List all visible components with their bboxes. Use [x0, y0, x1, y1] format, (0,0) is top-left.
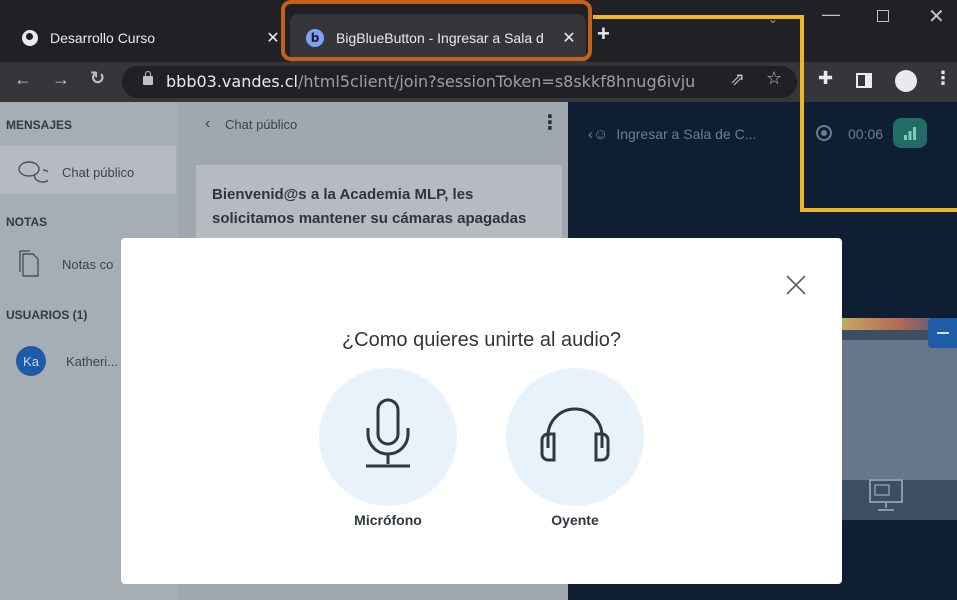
notes-document-icon	[19, 250, 39, 277]
sidebar-item-shared-notes[interactable]: Notas co	[18, 250, 113, 278]
side-panel-icon[interactable]	[856, 73, 872, 88]
modal-title: ¿Como quieres unirte al audio?	[341, 329, 622, 351]
chevron-left-icon[interactable]: ‹	[205, 115, 210, 133]
sidebar-item-public-chat-content[interactable]: Chat público	[18, 160, 134, 184]
new-tab-button[interactable]: +	[597, 21, 610, 47]
record-indicator-icon[interactable]	[816, 125, 832, 141]
extensions-puzzle-icon[interactable]: ✚	[818, 67, 833, 89]
room-title[interactable]: ‹☺ Ingresar a Sala de C...	[588, 126, 756, 143]
kebab-menu-icon[interactable]: ⋮	[934, 67, 952, 89]
microphone-icon	[366, 398, 410, 468]
chat-bubbles-icon	[18, 161, 48, 183]
minus-icon	[937, 332, 949, 334]
user-name: Katheri...	[66, 353, 119, 369]
profile-avatar-icon[interactable]	[895, 70, 917, 92]
window-maximize-icon[interactable]	[877, 10, 889, 22]
listen-only-button[interactable]	[506, 368, 644, 506]
headphones-icon	[540, 407, 610, 462]
avatar: Ka	[16, 346, 46, 376]
window-close-icon[interactable]: ✕	[928, 4, 945, 29]
callout-line-vertical	[800, 15, 804, 211]
messages-header: MENSAJES	[6, 118, 73, 132]
tab-highlight-box	[281, 0, 592, 61]
microphone-button[interactable]	[319, 368, 457, 506]
close-icon[interactable]	[783, 272, 809, 298]
chat-options-kebab-icon[interactable]: ⋮	[540, 110, 560, 135]
url-path: /html5client/join?sessionToken=s8skkf8hn…	[298, 72, 696, 91]
user-list-item[interactable]: Ka Katheri...	[16, 346, 118, 376]
back-arrow-icon[interactable]: ←	[14, 68, 32, 90]
tab-title: Desarrollo Curso	[50, 30, 156, 46]
callout-line-top	[593, 15, 802, 19]
presentation-slide-image	[842, 340, 957, 480]
audio-join-modal	[121, 238, 842, 584]
shared-notes-label: Notas co	[62, 256, 114, 272]
recording-time: 00:06	[848, 126, 884, 142]
forward-arrow-icon[interactable]: →	[52, 68, 70, 90]
users-toggle-icon: ‹☺	[588, 126, 609, 143]
microphone-label[interactable]: Micrófono	[288, 512, 488, 528]
signal-bars-icon	[904, 127, 916, 140]
welcome-message-text: Bienvenid@s a la Academia MLP, les solic…	[212, 186, 527, 227]
url-host: bbb03.vandes.cl	[166, 72, 298, 91]
users-header: USUARIOS (1)	[6, 308, 88, 322]
share-icon[interactable]: ⇗	[730, 68, 745, 90]
room-title-text: Ingresar a Sala de C...	[616, 126, 757, 142]
lock-icon[interactable]	[143, 71, 153, 85]
tab-desarrollo-curso[interactable]: Desarrollo Curso ✕	[8, 14, 290, 62]
window-minimize-icon[interactable]: —	[822, 4, 840, 25]
screenshare-monitor-icon	[866, 476, 906, 516]
listen-only-label[interactable]: Oyente	[475, 512, 675, 528]
bookmark-star-icon[interactable]: ☆	[766, 67, 782, 89]
minimize-presentation-button[interactable]	[928, 318, 957, 348]
public-chat-label: Chat público	[62, 164, 135, 180]
reload-icon[interactable]: ↻	[90, 67, 105, 89]
callout-line-bottom	[800, 208, 957, 212]
globe-icon	[22, 30, 38, 46]
connection-status-button[interactable]	[893, 118, 927, 148]
chat-panel-title[interactable]: Chat público	[225, 117, 297, 132]
url-text[interactable]: bbb03.vandes.cl/html5client/join?session…	[166, 72, 695, 91]
notes-header: NOTAS	[6, 215, 48, 229]
